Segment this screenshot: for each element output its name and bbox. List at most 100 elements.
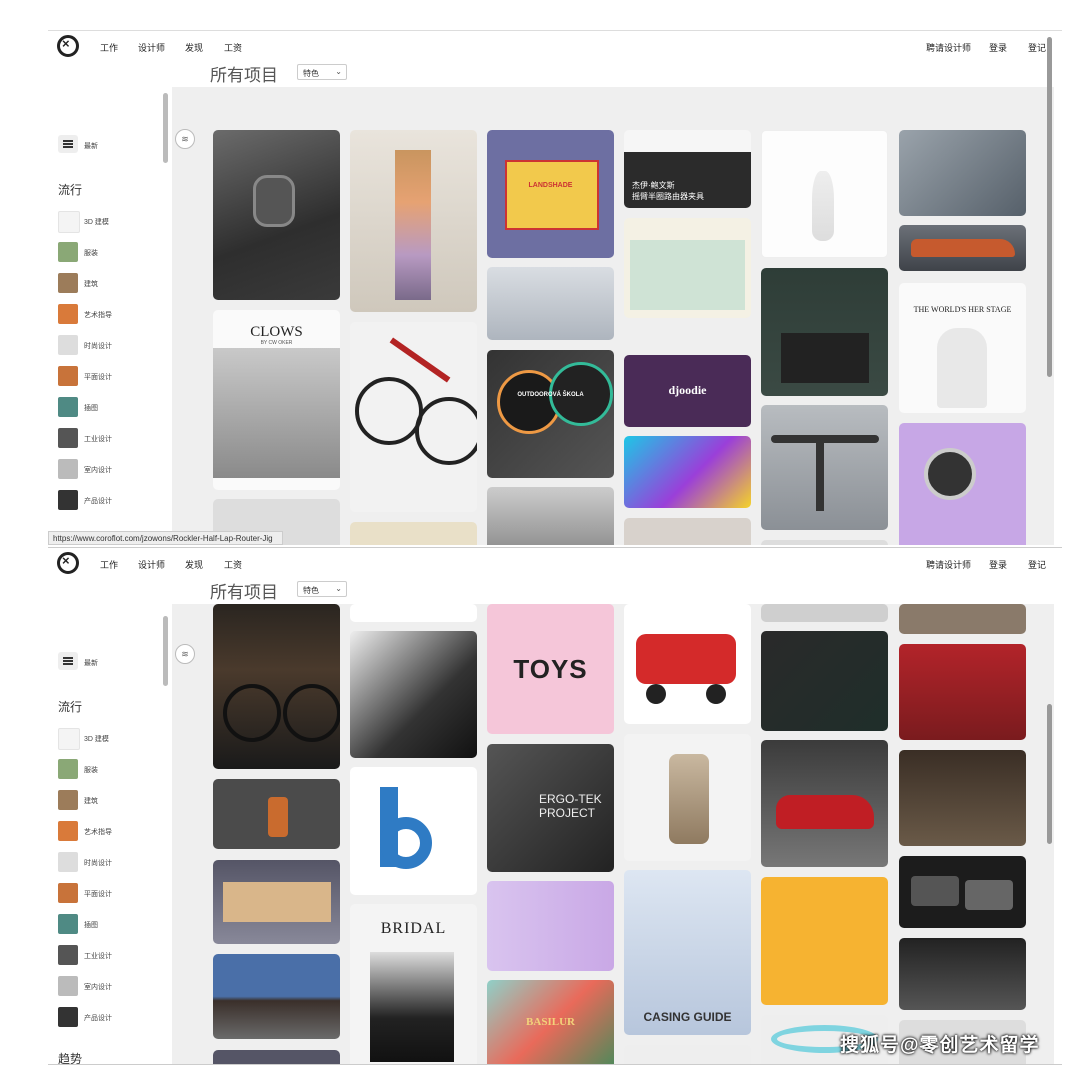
- project-card[interactable]: [213, 130, 340, 300]
- project-card[interactable]: [899, 225, 1026, 271]
- project-card[interactable]: [487, 881, 614, 971]
- sidebar: 最新 流行 3D 建模 服装 建筑 艺术指导 时尚设计 平面设计 插图 工业设计…: [48, 87, 162, 545]
- project-card[interactable]: [213, 779, 340, 849]
- project-image: [812, 171, 834, 241]
- sidebar-new[interactable]: 最新: [84, 141, 98, 151]
- project-card[interactable]: [899, 644, 1026, 740]
- project-card[interactable]: [350, 604, 477, 622]
- project-card[interactable]: OUTDOOROVÁ ŠKOLA: [487, 350, 614, 478]
- project-card[interactable]: [350, 522, 477, 545]
- coroflot-logo[interactable]: ×: [57, 552, 79, 574]
- project-card[interactable]: [213, 860, 340, 944]
- project-card[interactable]: BRIDAL: [350, 904, 477, 1064]
- nav-hire-designer[interactable]: 聘请设计师: [926, 41, 971, 54]
- project-card[interactable]: [624, 518, 751, 545]
- project-card[interactable]: [350, 322, 477, 512]
- project-card[interactable]: [761, 604, 888, 622]
- category-thumb: [58, 397, 78, 417]
- sidebar-new[interactable]: 最新: [84, 658, 98, 668]
- project-title: LANDSHADE: [528, 182, 573, 189]
- list-icon[interactable]: [58, 652, 78, 670]
- filter-select[interactable]: 特色 ⌄: [297, 64, 347, 80]
- filter-icon[interactable]: ≋: [175, 644, 195, 664]
- nav-login[interactable]: 登录: [989, 41, 1007, 54]
- project-card[interactable]: [899, 856, 1026, 928]
- project-card[interactable]: 杰伊·鲍文斯 摇臂半圈路由器夹具: [624, 130, 751, 208]
- project-card[interactable]: [761, 540, 888, 545]
- project-card[interactable]: [761, 877, 888, 1005]
- project-image: [646, 684, 666, 704]
- project-card[interactable]: [624, 1045, 751, 1064]
- main-scrollbar[interactable]: [1047, 37, 1052, 377]
- category-thumb: [58, 366, 78, 386]
- project-card[interactable]: [899, 750, 1026, 846]
- nav-work[interactable]: 工作: [100, 41, 118, 54]
- sidebar-scrollbar[interactable]: [163, 93, 168, 163]
- project-image: [389, 337, 451, 383]
- top-nav: × 工作 设计师 发现 工资 聘请设计师 登录 登记: [48, 31, 1062, 59]
- project-card[interactable]: [761, 405, 888, 530]
- project-card[interactable]: [350, 767, 477, 895]
- project-image: [816, 441, 824, 511]
- category-label: 艺术指导: [84, 829, 112, 836]
- category-thumb: [58, 1007, 78, 1027]
- project-card[interactable]: LANDSHADE: [487, 130, 614, 258]
- nav-hire-designer[interactable]: 聘请设计师: [926, 558, 971, 571]
- project-card[interactable]: [213, 954, 340, 1039]
- project-card[interactable]: [899, 423, 1026, 545]
- nav-discover[interactable]: 发现: [185, 558, 203, 571]
- project-card[interactable]: [624, 436, 751, 508]
- nav-salary[interactable]: 工资: [224, 41, 242, 54]
- coroflot-logo[interactable]: ×: [57, 35, 79, 57]
- project-card[interactable]: [213, 1050, 340, 1064]
- sidebar-scrollbar[interactable]: [163, 616, 168, 686]
- main-scrollbar[interactable]: [1047, 704, 1052, 844]
- category-label: 插图: [84, 405, 98, 412]
- nav-designers[interactable]: 设计师: [138, 41, 165, 54]
- project-card[interactable]: [899, 938, 1026, 1010]
- project-image: [965, 880, 1013, 910]
- filter-icon[interactable]: ≋: [175, 129, 195, 149]
- project-card[interactable]: [761, 268, 888, 396]
- project-card[interactable]: djoodie: [624, 355, 751, 427]
- project-card[interactable]: [761, 740, 888, 867]
- project-card[interactable]: [350, 130, 477, 312]
- project-card[interactable]: [487, 267, 614, 340]
- list-icon[interactable]: [58, 135, 78, 153]
- nav-discover[interactable]: 发现: [185, 41, 203, 54]
- project-image: [268, 797, 288, 837]
- project-card[interactable]: BASILUR: [487, 980, 614, 1064]
- project-card[interactable]: [761, 130, 888, 258]
- project-card[interactable]: [624, 218, 751, 318]
- project-image: [213, 348, 340, 478]
- category-label: 平面设计: [84, 374, 112, 381]
- project-card[interactable]: [761, 631, 888, 731]
- nav-salary[interactable]: 工资: [224, 558, 242, 571]
- project-card[interactable]: THE WORLD'S HER STAGE: [899, 283, 1026, 413]
- project-card[interactable]: [624, 604, 751, 724]
- project-title: BRIDAL: [380, 920, 447, 937]
- project-card[interactable]: [899, 604, 1026, 634]
- category-thumb: [58, 728, 80, 750]
- project-card[interactable]: CLOWS BY CW OKER: [213, 310, 340, 490]
- project-card[interactable]: [350, 631, 477, 758]
- nav-designers[interactable]: 设计师: [138, 558, 165, 571]
- filter-select[interactable]: 特色 ⌄: [297, 581, 347, 597]
- project-card[interactable]: CASING GUIDE: [624, 870, 751, 1035]
- project-title: 杰伊·鲍文斯: [632, 181, 675, 190]
- project-card[interactable]: ERGO-TEK PROJECT: [487, 744, 614, 872]
- category-label: 工业设计: [84, 953, 112, 960]
- nav-login[interactable]: 登录: [989, 558, 1007, 571]
- project-card[interactable]: TOYS: [487, 604, 614, 734]
- project-card[interactable]: [624, 734, 751, 861]
- category-label: 插图: [84, 922, 98, 929]
- category-thumb: [58, 883, 78, 903]
- category-label: 产品设计: [84, 1015, 112, 1022]
- nav-work[interactable]: 工作: [100, 558, 118, 571]
- category-label: 艺术指导: [84, 312, 112, 319]
- nav-signup[interactable]: 登记: [1028, 41, 1046, 54]
- project-card[interactable]: [213, 604, 340, 769]
- project-card[interactable]: [899, 130, 1026, 216]
- nav-signup[interactable]: 登记: [1028, 558, 1046, 571]
- project-card[interactable]: [487, 487, 614, 545]
